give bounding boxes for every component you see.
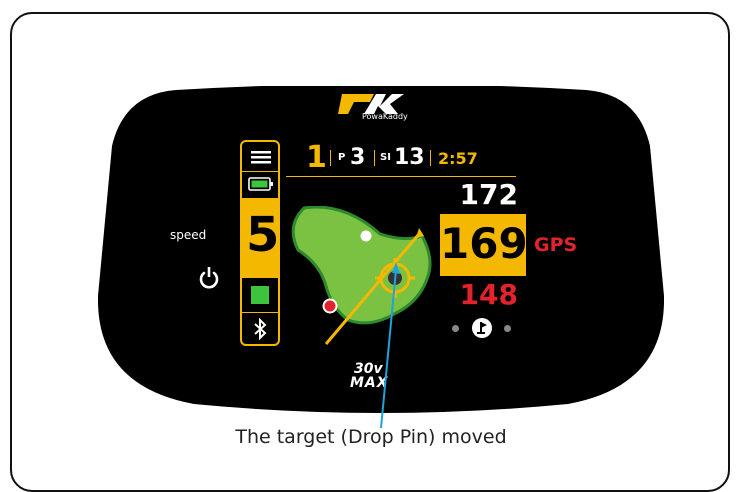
annotation-arrow	[380, 262, 400, 429]
caption: The target (Drop Pin) moved	[235, 426, 507, 448]
